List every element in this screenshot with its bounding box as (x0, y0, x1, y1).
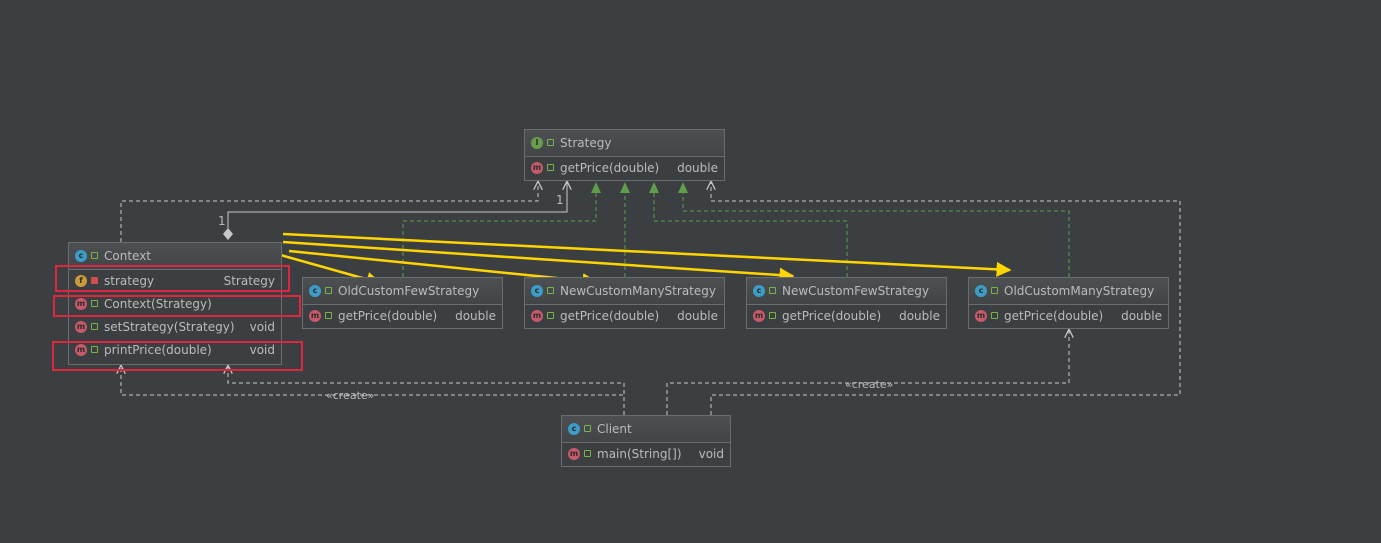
method-icon: m (975, 309, 987, 322)
class-name: NewCustomManyStrategy (560, 284, 716, 298)
return-type: double (455, 309, 496, 323)
highlight-context-constructor (53, 295, 301, 317)
realization-new-custom-few (653, 190, 848, 277)
class-name: Client (597, 422, 632, 436)
public-icon (769, 312, 776, 319)
method-row[interactable]: m setStrategy(Strategy) void (69, 316, 281, 339)
method-row[interactable]: m getPrice(double) double (969, 305, 1168, 328)
return-type: void (698, 447, 724, 461)
class-name: Strategy (560, 136, 612, 150)
class-icon: c (753, 284, 765, 297)
method-signature: getPrice(double) (560, 161, 660, 175)
class-icon: c (531, 284, 543, 297)
method-signature: setStrategy(Strategy) (104, 320, 235, 334)
annotation-arrow-old-custom-many (282, 232, 1012, 277)
create-label-right: «create» (845, 378, 893, 391)
create-label-left: «create» (326, 389, 374, 402)
strategy-interface-box[interactable]: I Strategy m getPrice(double) double (524, 129, 725, 181)
static-method-icon: m (568, 447, 580, 460)
public-icon (584, 450, 591, 457)
class-header: c Client (562, 416, 730, 443)
interface-icon: I (531, 136, 543, 149)
create-client-old-custom-many (666, 330, 1069, 415)
multiplicity-strategy: 1 (556, 193, 564, 207)
highlight-print-price (52, 341, 303, 371)
multiplicity-context: 1 (218, 214, 226, 228)
public-icon (325, 287, 332, 294)
return-type: void (249, 320, 275, 334)
method-icon: m (531, 309, 543, 322)
public-icon (991, 287, 998, 294)
create-client-context-right (228, 366, 625, 415)
method-signature: getPrice(double) (338, 309, 438, 323)
old-custom-few-strategy-box[interactable]: c OldCustomFewStrategy m getPrice(double) … (302, 277, 503, 329)
public-icon (769, 287, 776, 294)
annotation-arrows (276, 232, 1012, 289)
realization-head (678, 182, 688, 193)
aggregation (223, 182, 567, 240)
method-icon: m (753, 309, 765, 322)
client-class-box[interactable]: c Client m main(String[]) void (561, 415, 731, 467)
class-header: I Strategy (525, 130, 724, 157)
new-custom-many-strategy-box[interactable]: c NewCustomManyStrategy m getPrice(double)… (524, 277, 725, 329)
method-signature: getPrice(double) (560, 309, 660, 323)
public-icon (547, 287, 554, 294)
method-row[interactable]: m main(String[]) void (562, 443, 730, 466)
public-icon (547, 139, 554, 146)
return-type: double (1121, 309, 1162, 323)
realization-head (591, 182, 601, 193)
class-header: c OldCustomManyStrategy (969, 278, 1168, 305)
method-row[interactable]: m getPrice(double) double (525, 305, 724, 328)
method-signature: getPrice(double) (782, 309, 882, 323)
class-name: OldCustomFewStrategy (338, 284, 480, 298)
method-signature: main(String[]) (597, 447, 682, 461)
old-custom-many-strategy-box[interactable]: c OldCustomManyStrategy m getPrice(double)… (968, 277, 1169, 329)
class-icon: c (975, 284, 987, 297)
return-type: double (899, 309, 940, 323)
realization-lines (402, 190, 1070, 277)
aggregation-diamond (223, 228, 233, 240)
public-icon (91, 252, 98, 259)
class-header: c NewCustomFewStrategy (747, 278, 946, 305)
class-icon: c (568, 422, 580, 435)
realization-heads (591, 182, 688, 193)
method-icon: m (75, 320, 87, 333)
class-header: c NewCustomManyStrategy (525, 278, 724, 305)
class-icon: c (309, 284, 321, 297)
return-type: double (677, 161, 718, 175)
return-type: double (677, 309, 718, 323)
class-name: OldCustomManyStrategy (1004, 284, 1155, 298)
class-icon: c (75, 249, 87, 262)
method-signature: getPrice(double) (1004, 309, 1104, 323)
public-icon (991, 312, 998, 319)
public-icon (547, 312, 554, 319)
method-row[interactable]: m getPrice(double) double (525, 157, 724, 180)
abstract-method-icon: m (531, 161, 543, 174)
highlight-strategy-field (55, 265, 290, 292)
public-icon (584, 425, 591, 432)
realization-head (620, 182, 630, 193)
new-custom-few-strategy-box[interactable]: c NewCustomFewStrategy m getPrice(double) … (746, 277, 947, 329)
public-icon (547, 164, 554, 171)
method-icon: m (309, 309, 321, 322)
method-row[interactable]: m getPrice(double) double (747, 305, 946, 328)
class-name: NewCustomFewStrategy (782, 284, 930, 298)
public-icon (91, 323, 98, 330)
realization-head (649, 182, 659, 193)
method-row[interactable]: m getPrice(double) double (303, 305, 502, 328)
public-icon (325, 312, 332, 319)
class-header: c OldCustomFewStrategy (303, 278, 502, 305)
